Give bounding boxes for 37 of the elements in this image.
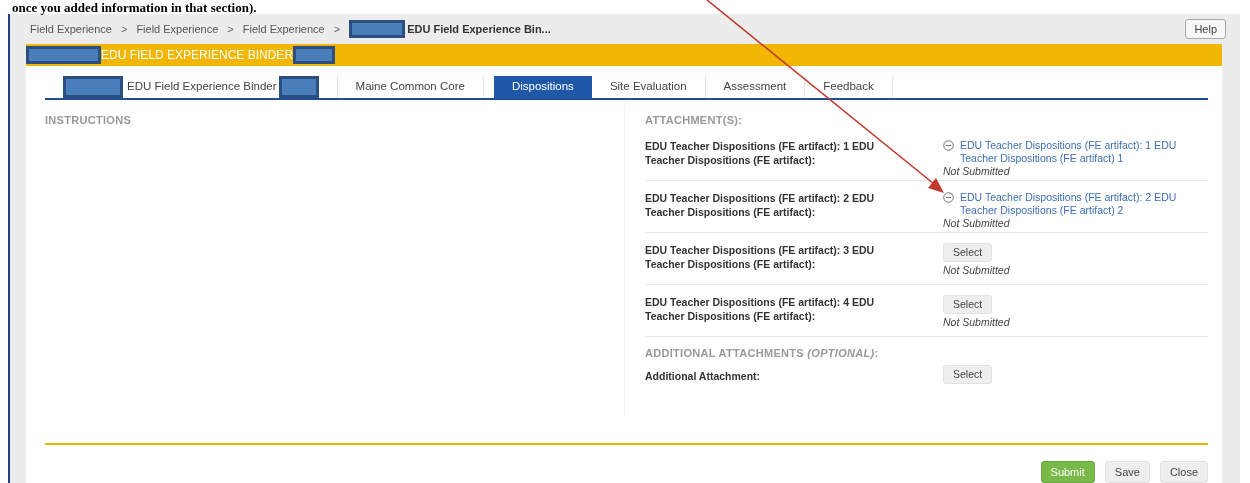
attachment-link[interactable]: EDU Teacher Dispositions (FE artifact): 2 EDU Teacher Dispositions (FE artifact) 2: [960, 190, 1182, 217]
tab[interactable]: EDU Field Experience Binder: [45, 76, 338, 98]
tab[interactable]: Feedback: [805, 76, 893, 98]
field-label: Additional Attachment:: [645, 368, 762, 384]
section-heading: ADDITIONAL ATTACHMENTS (OPTIONAL):: [645, 345, 880, 361]
tab[interactable]: Dispositions: [493, 76, 592, 98]
section-heading: ATTACHMENT(S):: [645, 113, 744, 128]
section-heading: INSTRUCTIONS: [45, 113, 133, 128]
breadcrumb-separator: >: [227, 21, 234, 37]
tab[interactable]: Assessment: [705, 76, 806, 98]
tab[interactable]: Maine Common Core: [337, 76, 484, 98]
field-label: EDU Teacher Dispositions (FE artifact): 3 EDU Teacher Dispositions (FE artifact):: [645, 242, 876, 272]
select-button[interactable]: Select: [943, 242, 993, 262]
action-button[interactable]: Close: [1159, 460, 1208, 483]
status-text: Not Submitted: [943, 263, 1011, 277]
status-text: Not Submitted: [943, 315, 1011, 329]
action-button[interactable]: Save: [1104, 460, 1150, 483]
breadcrumb-separator: >: [333, 21, 341, 37]
help-button[interactable]: Help: [1185, 18, 1226, 40]
select-button[interactable]: Select: [943, 364, 993, 384]
remove-icon[interactable]: [943, 139, 954, 151]
status-text: Not Submitted: [943, 216, 1011, 230]
remove-icon[interactable]: [943, 191, 954, 203]
select-button[interactable]: Select: [943, 294, 993, 314]
breadcrumb-link[interactable]: EDU Field Experience Bin...: [407, 20, 551, 38]
breadcrumb-separator: >: [120, 21, 128, 37]
field-label: EDU Teacher Dispositions (FE artifact): 1 EDU Teacher Dispositions (FE artifact):: [645, 138, 876, 168]
breadcrumb-link[interactable]: Field Experience: [136, 20, 219, 38]
attachment-link[interactable]: EDU Teacher Dispositions (FE artifact): 1 EDU Teacher Dispositions (FE artifact) 1: [960, 138, 1182, 165]
document-text: once you added information in that section).: [11, 0, 258, 14]
status-text: Not Submitted: [943, 164, 1011, 178]
field-label: EDU Teacher Dispositions (FE artifact): 2 EDU Teacher Dispositions (FE artifact):: [645, 190, 876, 220]
breadcrumb-link[interactable]: Field Experience: [30, 20, 112, 38]
header-title: EDU FIELD EXPERIENCE BINDER: [101, 47, 294, 64]
field-label: EDU Teacher Dispositions (FE artifact): 4 EDU Teacher Dispositions (FE artifact):: [645, 294, 876, 324]
tab[interactable]: Site Evaluation: [591, 76, 706, 98]
breadcrumb-link[interactable]: Field Experience: [242, 20, 325, 38]
